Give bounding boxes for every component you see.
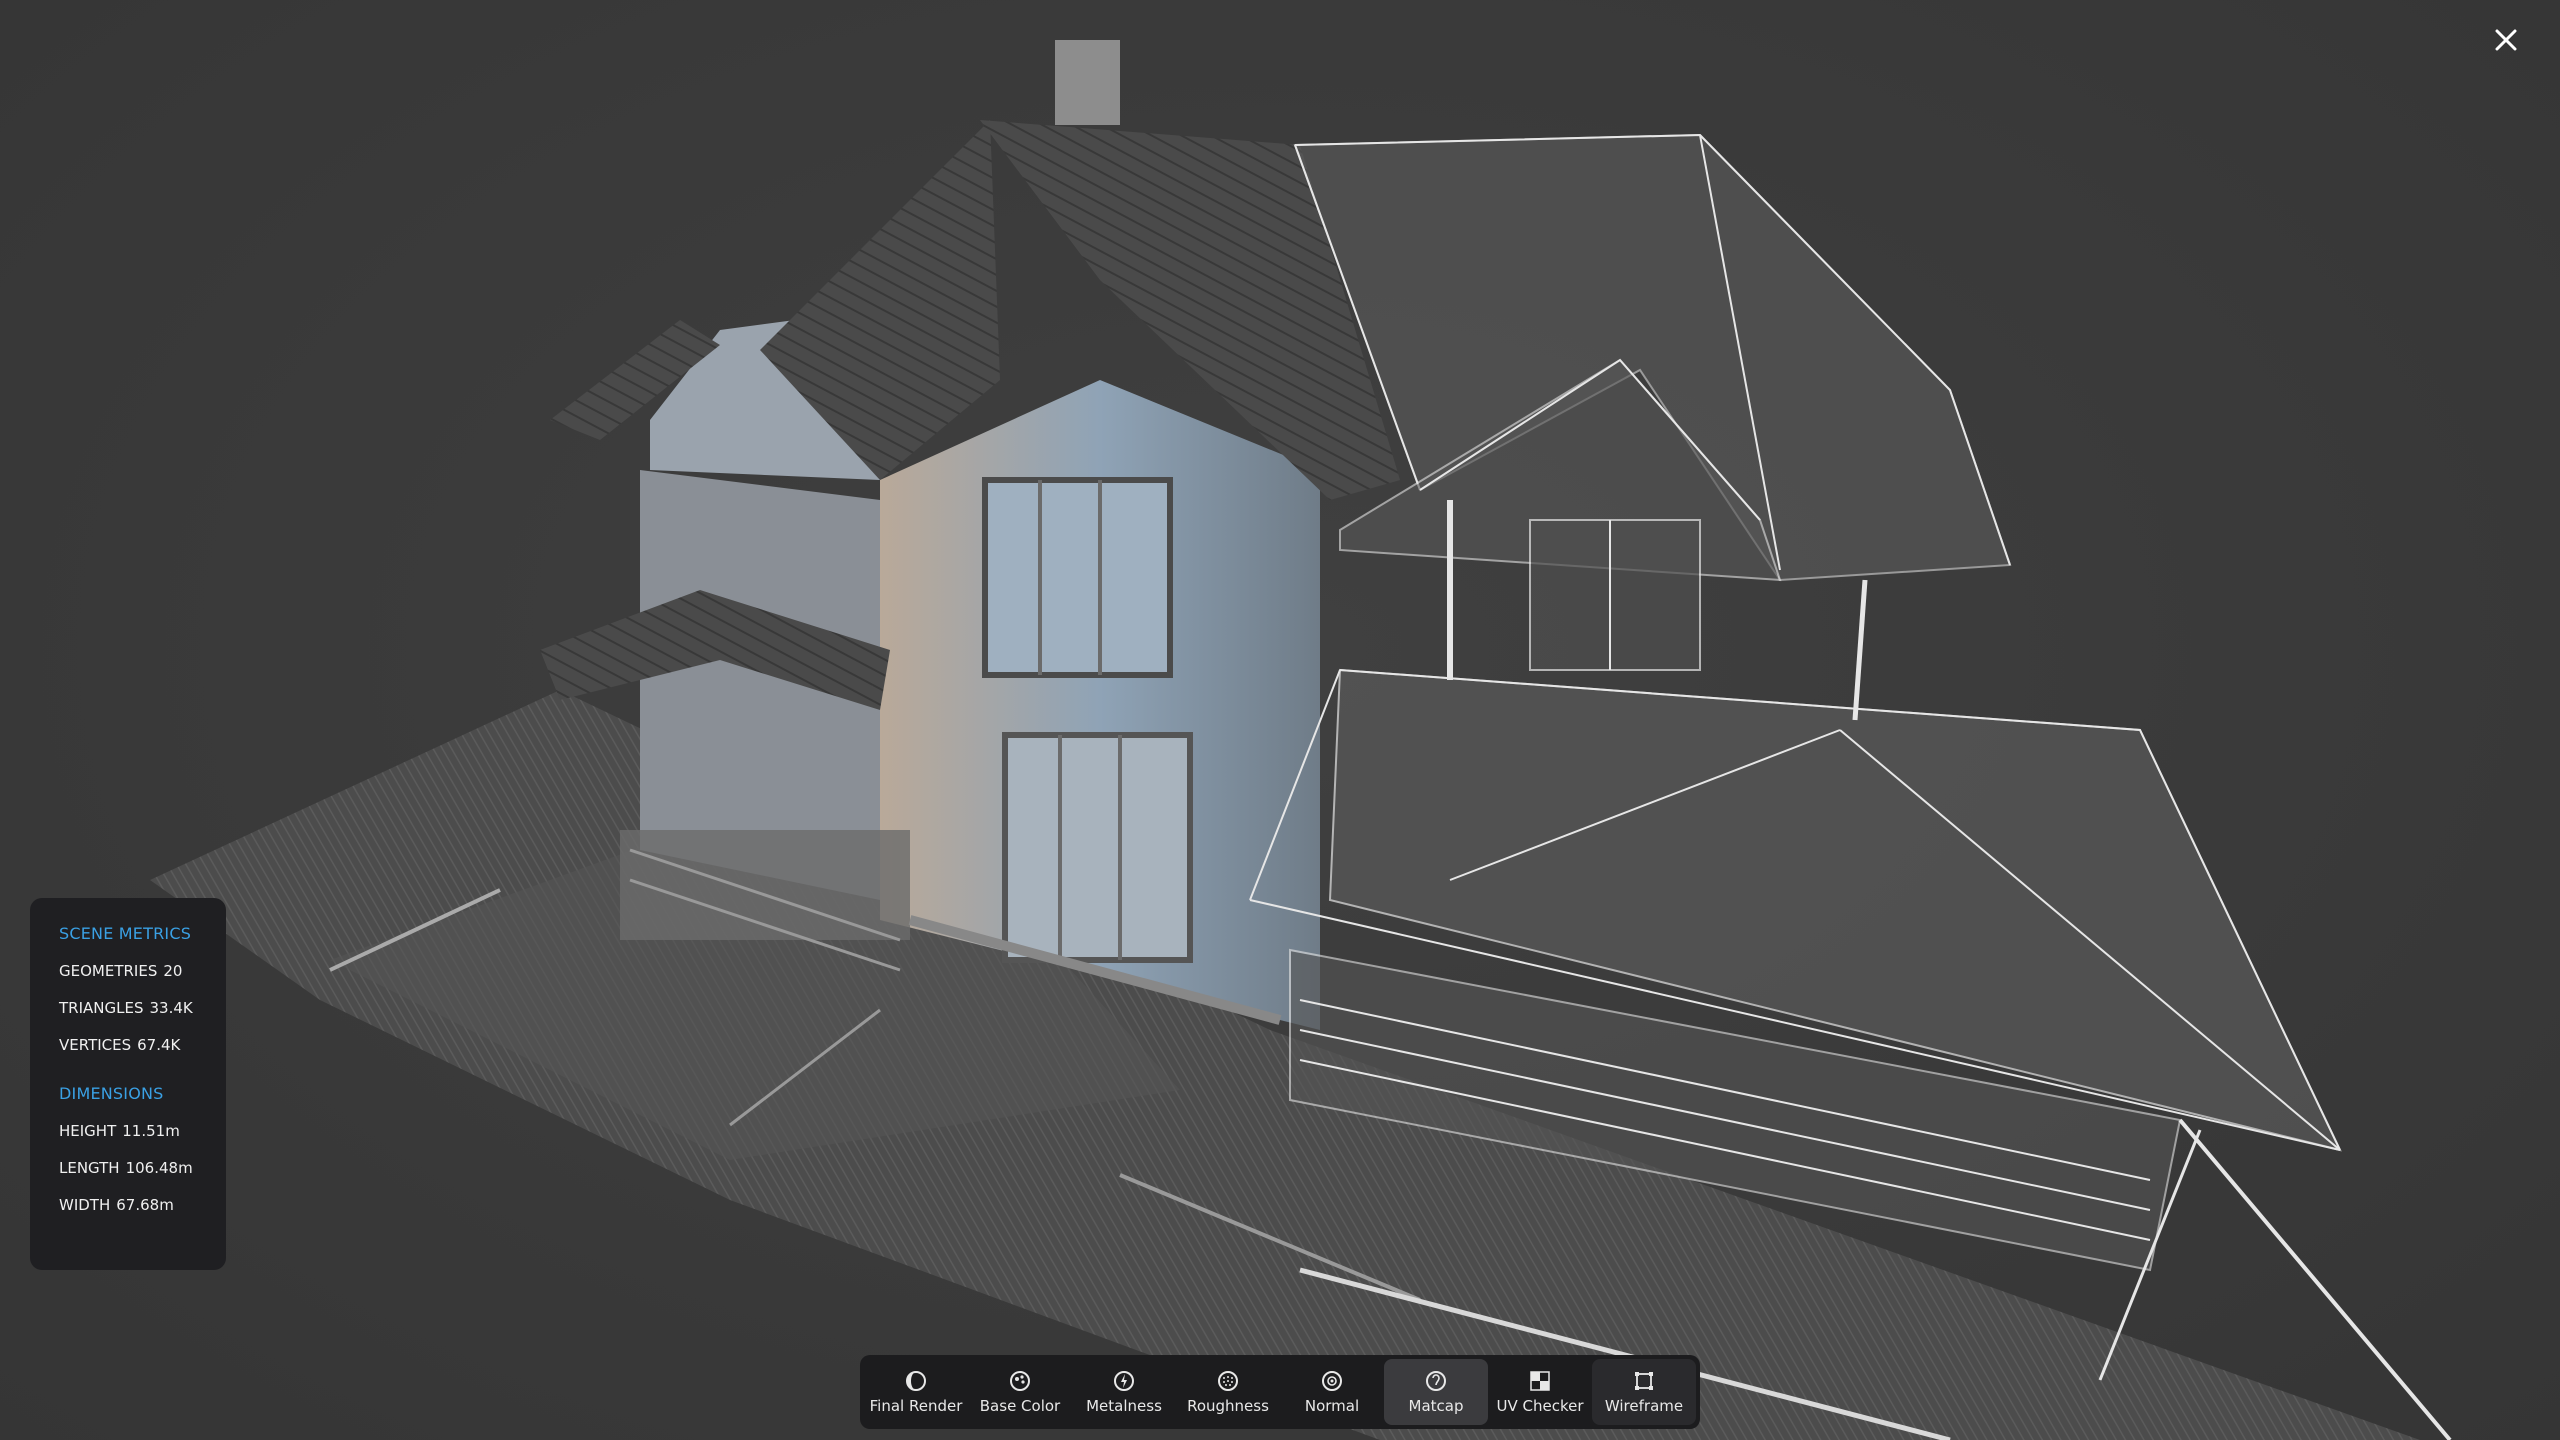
wireframe-button[interactable]: Wireframe <box>1592 1359 1696 1425</box>
normal-icon <box>1322 1371 1342 1391</box>
wireframe-label: Wireframe <box>1604 1397 1684 1415</box>
base-color-button[interactable]: Base Color <box>968 1359 1072 1425</box>
uv-checker-icon <box>1530 1371 1550 1391</box>
vertices-label: VERTICES <box>59 1036 132 1054</box>
final-render-icon <box>906 1371 926 1391</box>
uv-checker-label: UV Checker <box>1496 1397 1584 1415</box>
triangles-metric: TRIANGLES 33.4K <box>59 998 226 1035</box>
final-render-label: Final Render <box>869 1397 963 1415</box>
uv-checker-button[interactable]: UV Checker <box>1488 1359 1592 1425</box>
length-value: 106.48m <box>125 1159 193 1177</box>
height-value: 11.51m <box>122 1122 180 1140</box>
length-metric: LENGTH 106.48m <box>59 1158 226 1195</box>
metalness-button[interactable]: Metalness <box>1072 1359 1176 1425</box>
roughness-icon <box>1218 1371 1238 1391</box>
metalness-label: Metalness <box>1086 1397 1162 1415</box>
height-label: HEIGHT <box>59 1122 117 1140</box>
geometries-metric: GEOMETRIES 20 <box>59 961 226 998</box>
dimensions-title: DIMENSIONS <box>59 1084 164 1103</box>
matcap-button[interactable]: Matcap <box>1384 1359 1488 1425</box>
vertices-metric: VERTICES 67.4K <box>59 1035 226 1072</box>
matcap-label: Matcap <box>1408 1397 1464 1415</box>
normal-label: Normal <box>1304 1397 1360 1415</box>
3d-viewport[interactable]: SCENE METRICS GEOMETRIES 20 TRIANGLES 33.4… <box>0 0 2560 1440</box>
render-mode-toolbar: Final Render Base Color Metalness Roughn… <box>860 1355 1700 1429</box>
scene-metrics-title: SCENE METRICS <box>59 924 192 943</box>
matcap-icon <box>1426 1371 1446 1391</box>
roughness-label: Roughness <box>1187 1397 1269 1415</box>
length-label: LENGTH <box>59 1159 120 1177</box>
house-left-wing <box>540 40 1400 1030</box>
geometries-label: GEOMETRIES <box>59 962 158 980</box>
final-render-button[interactable]: Final Render <box>864 1359 968 1425</box>
triangles-value: 33.4K <box>149 999 193 1017</box>
metalness-icon <box>1114 1371 1134 1391</box>
width-label: WIDTH <box>59 1196 111 1214</box>
geometries-value: 20 <box>163 962 183 980</box>
normal-button[interactable]: Normal <box>1280 1359 1384 1425</box>
close-button[interactable] <box>2486 20 2526 60</box>
roughness-button[interactable]: Roughness <box>1176 1359 1280 1425</box>
wireframe-icon <box>1635 1372 1653 1390</box>
house-model-render[interactable] <box>0 0 2560 1440</box>
width-value: 67.68m <box>116 1196 174 1214</box>
height-metric: HEIGHT 11.51m <box>59 1121 226 1158</box>
vertices-value: 67.4K <box>137 1036 181 1054</box>
base-color-label: Base Color <box>979 1397 1061 1415</box>
scene-metrics-panel: SCENE METRICS GEOMETRIES 20 TRIANGLES 33.4… <box>30 898 226 1270</box>
width-metric: WIDTH 67.68m <box>59 1195 226 1232</box>
close-icon <box>2495 29 2517 51</box>
base-color-icon <box>1010 1371 1030 1391</box>
triangles-label: TRIANGLES <box>59 999 144 1017</box>
